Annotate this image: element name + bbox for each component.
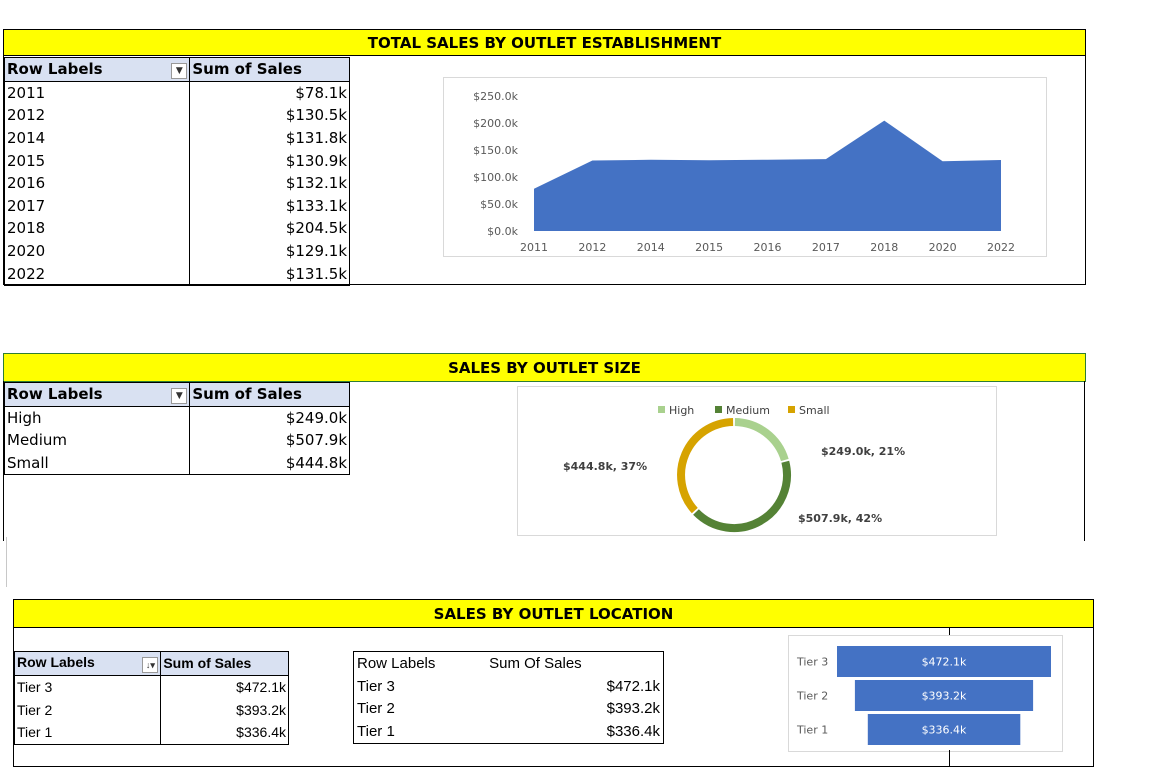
table-row[interactable]: 2018 $204.5k [3, 217, 350, 240]
doughnut-slice-high[interactable] [734, 418, 789, 462]
area-chart[interactable]: $0.0k $50.0k $100.0k $150.0k $200.0k $250.0k 2… [443, 77, 1047, 257]
area-chart-svg: $0.0k $50.0k $100.0k $150.0k $200.0k $250.0k 2… [473, 90, 1015, 254]
legend-marker [788, 406, 795, 413]
x-tick-label: 2018 [870, 241, 898, 254]
location-summary-table: Row Labels Sum Of Sales Tier 3 $472.1k Ti… [353, 651, 664, 744]
cell-gridline [949, 750, 950, 766]
funnel-chart-svg: $472.1k Tier 3 $393.2k Tier 2 $336.4k Tier 1 [796, 646, 1051, 745]
header-sum-of-sales[interactable]: Sum of Sales [189, 382, 350, 407]
table-row[interactable]: 2017 $133.1k [3, 194, 350, 218]
data-label: $444.8k, 37% [563, 460, 647, 473]
y-tick-label: $0.0k [487, 225, 518, 238]
header-row-labels[interactable]: Row Labels [354, 652, 484, 675]
x-tick-label: 2020 [929, 241, 957, 254]
data-label: $393.2k [922, 690, 967, 703]
section-title-size: SALES BY OUTLET SIZE [3, 353, 1086, 382]
x-tick-label: 2015 [695, 241, 723, 254]
table-row[interactable]: Tier 1 $336.4k [13, 721, 289, 745]
x-tick-label: 2012 [578, 241, 606, 254]
data-label: $336.4k [922, 724, 967, 737]
section-border-right [1093, 627, 1094, 767]
table-row[interactable]: High $249.0k [3, 406, 350, 430]
pivot-table-establishment: Row Labels ▼ Sum of Sales 2011 $78.1k 2012… [3, 57, 350, 286]
table-row[interactable]: Tier 3 $472.1k [354, 675, 664, 698]
section-title-location: SALES BY OUTLET LOCATION [13, 599, 1094, 628]
sort-dropdown-icon[interactable]: ↓▾ [142, 656, 159, 673]
x-tick-label: 2017 [812, 241, 840, 254]
data-label: $472.1k [922, 656, 967, 669]
table-header-row: Row Labels Sum Of Sales [354, 652, 664, 675]
filter-dropdown-icon[interactable]: ▼ [171, 62, 188, 79]
table-row[interactable]: Tier 2 $393.2k [354, 697, 664, 720]
table-row[interactable]: Small $444.8k [3, 451, 350, 476]
table-row[interactable]: Tier 1 $336.4k [354, 720, 664, 743]
table-row[interactable]: Tier 2 $393.2k [13, 698, 289, 722]
legend-marker [658, 406, 665, 413]
x-tick-label: 2011 [520, 241, 548, 254]
header-row-labels[interactable]: Row Labels ▼ [3, 57, 191, 82]
data-label: $507.9k, 42% [798, 512, 882, 525]
doughnut-chart-svg: High Medium Small $249.0k, 21% $507.9k, 42% $… [563, 404, 905, 533]
y-tick-label: $150.0k [473, 144, 518, 157]
header-sum-of-sales[interactable]: Sum Of Sales [483, 652, 663, 675]
section-border-right [1084, 381, 1085, 541]
header-row-labels[interactable]: Row Labels ▼ [3, 382, 191, 407]
table-row[interactable]: Tier 3 $472.1k [13, 675, 289, 699]
doughnut-slice-medium[interactable] [693, 460, 791, 533]
funnel-chart[interactable]: $472.1k Tier 3 $393.2k Tier 2 $336.4k Tier 1 [788, 635, 1063, 752]
y-tick-label: $250.0k [473, 90, 518, 103]
grid-line [6, 537, 7, 587]
legend-label: Medium [726, 404, 770, 417]
y-tick-label: $50.0k [480, 198, 518, 211]
section-title-establishment: TOTAL SALES BY OUTLET ESTABLISHMENT [3, 29, 1086, 56]
cell-gridline [949, 628, 950, 635]
y-tick-label: $200.0k [473, 117, 518, 130]
header-sum-of-sales[interactable]: Sum of Sales [189, 57, 350, 82]
x-tick-label: 2014 [637, 241, 665, 254]
table-row[interactable]: 2011 $78.1k [3, 81, 350, 105]
x-tick-label: 2016 [754, 241, 782, 254]
y-tick-label: $100.0k [473, 171, 518, 184]
legend-label: Small [799, 404, 830, 417]
doughnut-chart[interactable]: High Medium Small $249.0k, 21% $507.9k, 42% $… [517, 386, 997, 536]
table-row[interactable]: 2022 $131.5k [3, 262, 350, 286]
table-row[interactable]: 2015 $130.9k [3, 149, 350, 172]
filter-dropdown-icon[interactable]: ▼ [171, 387, 188, 404]
pivot-table-size: Row Labels ▼ Sum of Sales High $249.0k Med… [3, 382, 350, 476]
data-label: $249.0k, 21% [821, 445, 905, 458]
table-row[interactable]: 2012 $130.5k [3, 104, 350, 127]
section-border-bottom [13, 766, 1094, 767]
pivot-table-location: Row Labels ↓▾ Sum of Sales Tier 3 $472.1k … [13, 651, 289, 745]
table-row[interactable]: 2016 $132.1k [3, 171, 350, 195]
table-row[interactable]: 2014 $131.8k [3, 126, 350, 150]
doughnut-slice-small[interactable] [677, 418, 734, 514]
table-row[interactable]: Medium $507.9k [3, 429, 350, 452]
header-row-labels[interactable]: Row Labels ↓▾ [13, 651, 162, 676]
category-label: Tier 3 [796, 656, 828, 669]
table-row[interactable]: 2020 $129.1k [3, 239, 350, 263]
header-sum-of-sales[interactable]: Sum of Sales [160, 651, 289, 676]
area-series[interactable] [534, 120, 1001, 231]
x-tick-label: 2022 [987, 241, 1015, 254]
legend-marker [715, 406, 722, 413]
legend-label: High [669, 404, 694, 417]
category-label: Tier 2 [796, 690, 828, 703]
category-label: Tier 1 [796, 724, 828, 737]
